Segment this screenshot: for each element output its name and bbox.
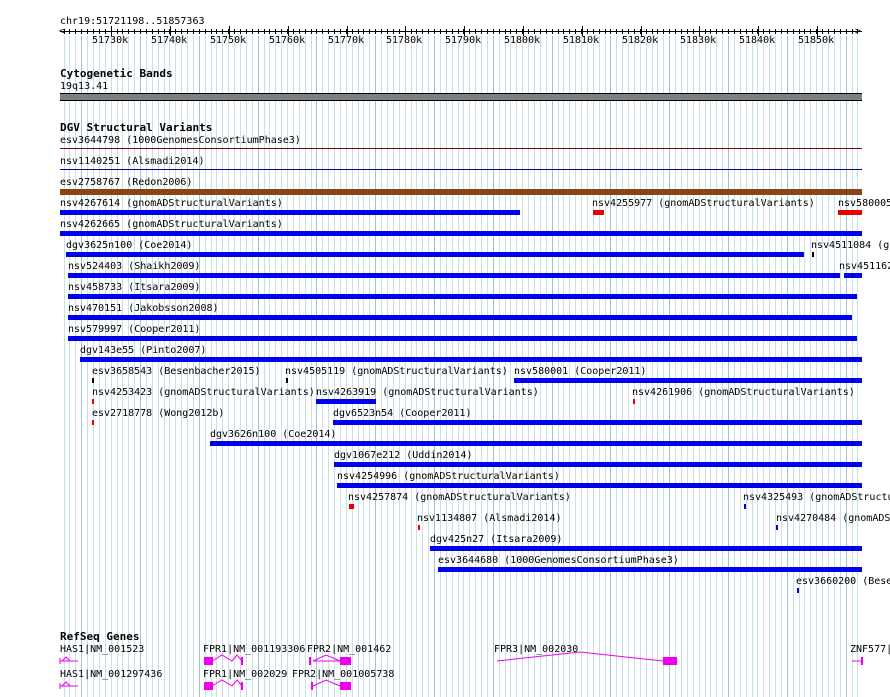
- gene-exon: [309, 657, 311, 665]
- gene-intron: [496, 651, 664, 662]
- gene-intron: [312, 679, 341, 687]
- refseq-gene-glyphs[interactable]: [0, 0, 890, 697]
- gene-exon: [663, 657, 677, 665]
- gene-exon: [861, 657, 863, 665]
- gene-exon: [204, 682, 213, 690]
- gene-intron: [211, 679, 243, 687]
- gene-intron: [211, 654, 243, 662]
- gene-intron: [312, 654, 341, 662]
- gene-exon: [340, 657, 351, 665]
- gene-exon: [241, 682, 243, 690]
- gene-exon: [340, 682, 351, 690]
- gene-exon: [241, 657, 243, 665]
- gene-exon: [204, 657, 213, 665]
- genome-track-viewer: chr19:51721198..51857363 < > 51730k 51740…: [0, 0, 890, 697]
- gene-exon: [311, 682, 313, 690]
- gene-intron: [61, 681, 71, 687]
- gene-intron: [61, 656, 71, 662]
